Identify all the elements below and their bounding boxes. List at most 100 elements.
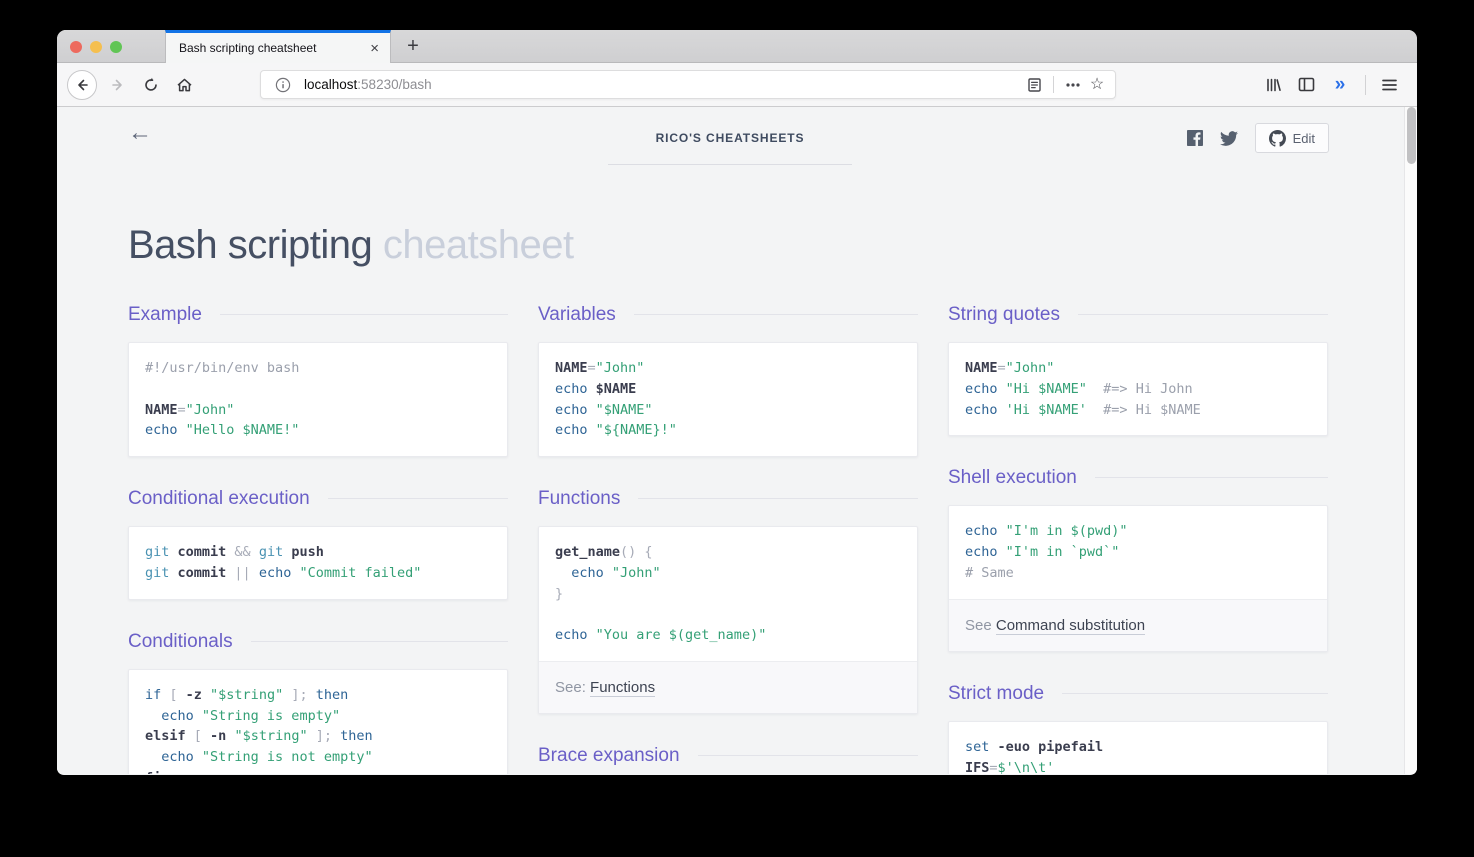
- code-token: echo: [965, 402, 1006, 418]
- code-token: "$NAME": [596, 402, 653, 418]
- code-token: then: [340, 728, 373, 744]
- section-heading-rule: [220, 314, 508, 315]
- bookmark-star-icon[interactable]: ☆: [1085, 73, 1109, 97]
- code-token: fi: [145, 770, 161, 774]
- section-heading-text: Strict mode: [948, 682, 1044, 705]
- code-token: #=> Hi $NAME: [1087, 402, 1201, 418]
- active-tab[interactable]: Bash scripting cheatsheet ×: [165, 30, 391, 63]
- urlbar-divider: [1053, 76, 1054, 93]
- edit-button[interactable]: Edit: [1255, 123, 1329, 153]
- code-token: echo: [965, 523, 1006, 539]
- url-input[interactable]: localhost:58230/bash: [304, 77, 1022, 92]
- zoom-window-button[interactable]: [110, 41, 122, 53]
- url-bar[interactable]: localhost:58230/bash ☆: [260, 70, 1116, 99]
- code-card: git commit && git push git commit || ech…: [128, 526, 508, 600]
- code-token: ];: [308, 728, 332, 744]
- code-token: -n: [210, 728, 234, 744]
- section-conditionals: Conditionals if [ -z "$string" ]; then ec…: [128, 630, 508, 774]
- code-card: if [ -z "$string" ]; then echo "String i…: [128, 669, 508, 774]
- code-token: echo: [555, 627, 596, 643]
- code-block: git commit && git push git commit || ech…: [129, 527, 507, 599]
- page-content: ← RICO'S CHEATSHEETS Edit: [57, 107, 1417, 774]
- browser-window: Bash scripting cheatsheet × +: [57, 30, 1417, 775]
- code-token: =: [989, 760, 997, 774]
- sidebar-toggle-button[interactable]: [1291, 70, 1321, 100]
- reader-mode-icon[interactable]: [1022, 73, 1046, 97]
- code-block: get_name() { echo "John" } echo "You are…: [539, 527, 917, 661]
- see-link[interactable]: Command substitution: [996, 617, 1145, 635]
- back-button[interactable]: [67, 70, 97, 100]
- github-icon: [1269, 130, 1286, 147]
- code-card: set -euo pipefail IFS=$'\n\t': [948, 721, 1328, 774]
- site-brand[interactable]: RICO'S CHEATSHEETS: [656, 131, 805, 145]
- back-arrow-link[interactable]: ←: [128, 121, 152, 145]
- section-heading-rule: [634, 314, 918, 315]
- code-token: echo: [555, 422, 596, 438]
- column-1: Example#!/usr/bin/env bash NAME="John" e…: [128, 303, 508, 774]
- code-block: #!/usr/bin/env bash NAME="John" echo "He…: [129, 343, 507, 456]
- code-block: if [ -z "$string" ]; then echo "String i…: [129, 670, 507, 774]
- section-heading: Conditionals: [128, 630, 508, 653]
- page-title: Bash scripting cheatsheet: [128, 223, 1417, 267]
- section-heading-rule: [1062, 693, 1328, 694]
- reload-icon: [143, 77, 159, 93]
- code-block: echo "I'm in $(pwd)" echo "I'm in `pwd`"…: [949, 506, 1327, 598]
- tab-close-icon[interactable]: ×: [368, 40, 381, 57]
- tab-title: Bash scripting cheatsheet: [179, 41, 368, 55]
- section-heading: Variables: [538, 303, 918, 326]
- code-token: git: [145, 565, 169, 581]
- code-token: "John": [612, 565, 661, 581]
- section-heading-text: Variables: [538, 303, 616, 326]
- code-token: "You are $(get_name)": [596, 627, 767, 643]
- scrollbar-thumb[interactable]: [1407, 107, 1416, 164]
- code-token: "John": [596, 360, 645, 376]
- minimize-window-button[interactable]: [90, 41, 102, 53]
- code-token: ||: [234, 565, 250, 581]
- forward-button[interactable]: [103, 70, 133, 100]
- code-token: set: [965, 739, 998, 755]
- scrollbar[interactable]: [1404, 107, 1417, 774]
- code-token: [: [194, 728, 210, 744]
- code-token: [251, 544, 259, 560]
- code-token: "String is empty": [202, 708, 340, 724]
- code-block: set -euo pipefail IFS=$'\n\t': [949, 722, 1327, 774]
- overflow-menu-button[interactable]: »: [1324, 70, 1354, 100]
- code-token: IFS: [965, 760, 989, 774]
- home-button[interactable]: [169, 70, 199, 100]
- new-tab-button[interactable]: +: [398, 31, 428, 61]
- code-token: -euo pipefail: [998, 739, 1104, 755]
- code-token: $'\n\t': [998, 760, 1055, 774]
- site-header: ← RICO'S CHEATSHEETS Edit: [57, 107, 1417, 165]
- code-token: "Hello $NAME!": [186, 422, 300, 438]
- facebook-icon[interactable]: [1187, 130, 1203, 146]
- double-chevron-icon: »: [1335, 75, 1344, 94]
- section-heading: Functions: [538, 487, 918, 510]
- site-info-icon[interactable]: [271, 73, 295, 97]
- section-string-quotes: String quotesNAME="John" echo "Hi $NAME"…: [948, 303, 1328, 436]
- code-token: "John": [186, 402, 235, 418]
- reload-button[interactable]: [136, 70, 166, 100]
- page-actions-icon[interactable]: [1061, 73, 1085, 97]
- code-token: "$string": [234, 728, 307, 744]
- twitter-icon[interactable]: [1220, 131, 1238, 146]
- code-token: }: [555, 586, 563, 602]
- code-token: echo: [965, 544, 1006, 560]
- code-token: "I'm in $(pwd)": [1006, 523, 1128, 539]
- library-button[interactable]: [1258, 70, 1288, 100]
- section-strict-mode: Strict mode set -euo pipefail IFS=$'\n\t': [948, 682, 1328, 774]
- code-token: "${NAME}!": [596, 422, 677, 438]
- see-label: See:: [555, 679, 590, 696]
- code-token: NAME: [145, 402, 178, 418]
- hamburger-icon: [1382, 79, 1397, 91]
- code-token: [332, 728, 340, 744]
- close-window-button[interactable]: [70, 41, 82, 53]
- code-token: ];: [283, 687, 307, 703]
- code-token: git: [145, 544, 169, 560]
- see-link[interactable]: Functions: [590, 679, 655, 697]
- section-heading: Brace expansion: [538, 744, 918, 767]
- section-heading-text: Brace expansion: [538, 744, 680, 767]
- code-token: 'Hi $NAME': [1006, 402, 1087, 418]
- menu-button[interactable]: [1374, 70, 1404, 100]
- code-token: commit: [169, 565, 234, 581]
- card-footer: See: Functions: [539, 661, 917, 713]
